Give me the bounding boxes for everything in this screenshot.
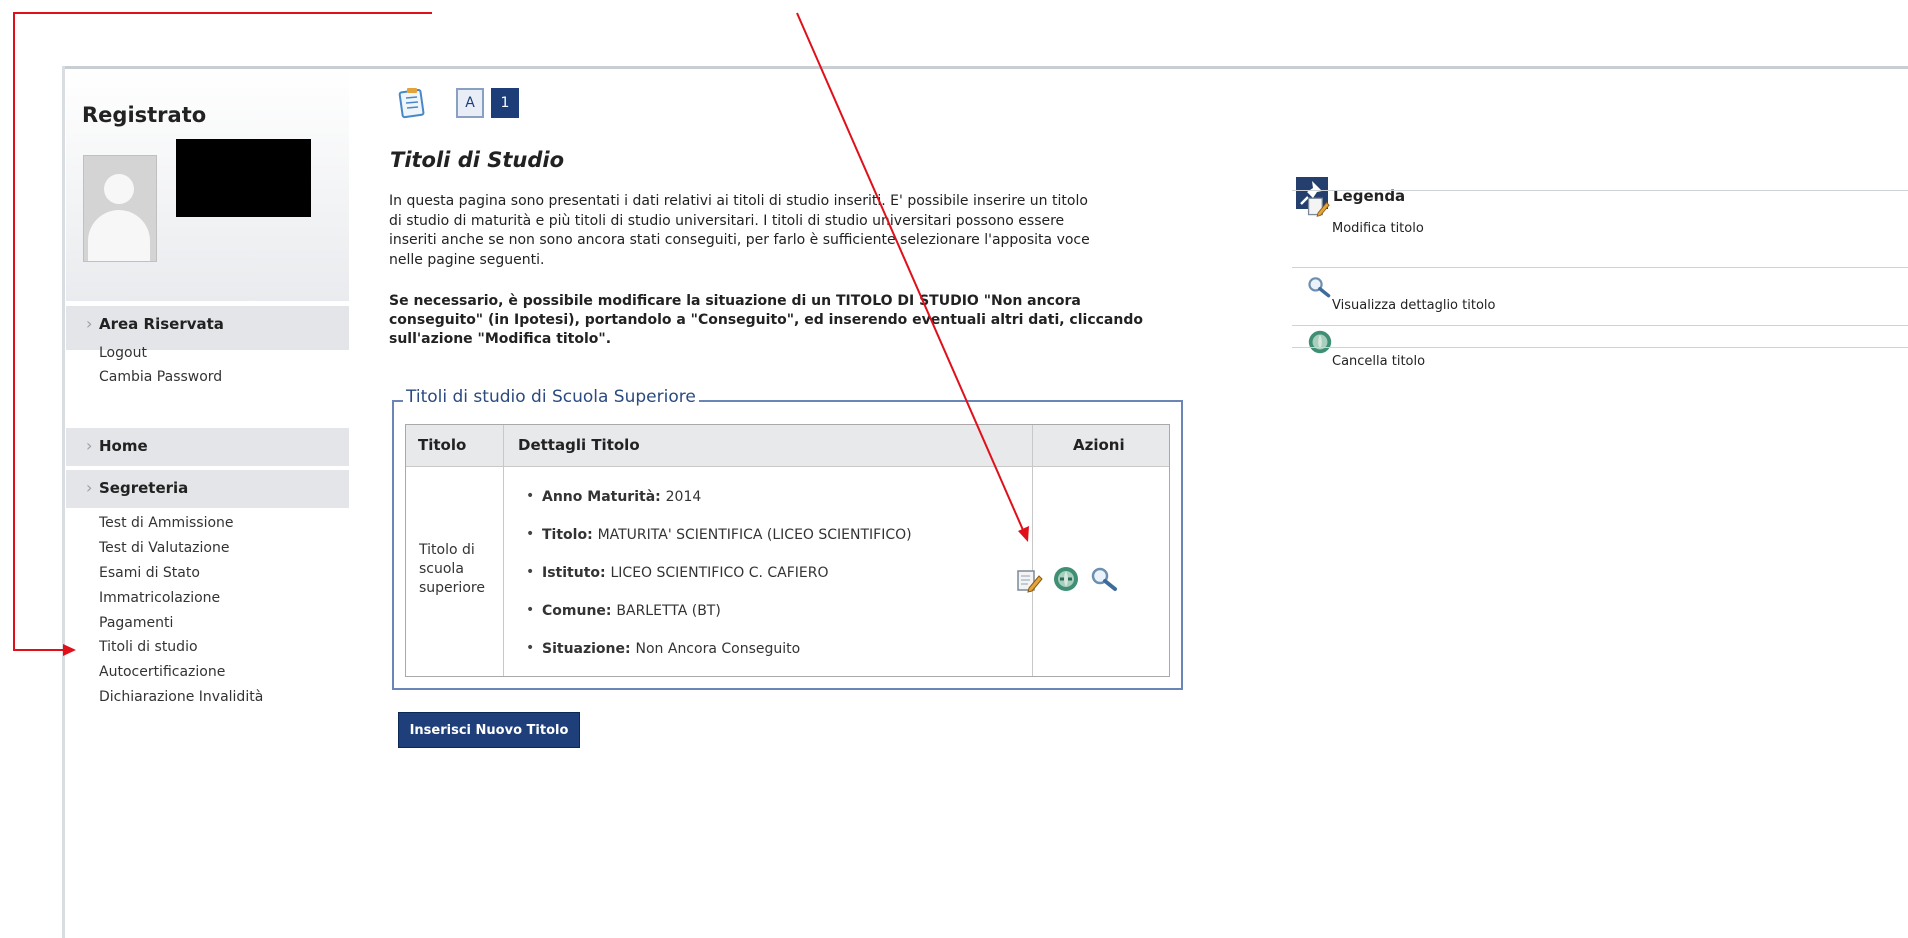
note-line: sull'azione "Modifica titolo".: [389, 331, 612, 347]
intro-text: In questa pagina sono presentati i dati …: [389, 192, 1189, 270]
magnifier-icon[interactable]: [1089, 565, 1119, 593]
logout-link[interactable]: Logout: [99, 345, 147, 361]
column-divider: [1032, 425, 1033, 676]
user-status-title: Registrato: [82, 103, 207, 127]
intro-line: di studio di maturità e più titoli di st…: [389, 212, 1065, 229]
nav-home-label: Home: [99, 437, 148, 455]
step-a-button[interactable]: A: [456, 88, 484, 118]
section-label: Area Riservata: [99, 315, 224, 333]
legend-item-label: Cancella titolo: [1332, 354, 1426, 369]
nav-home[interactable]: › Home: [66, 428, 349, 466]
nav-dichiarazione-invalidita[interactable]: Dichiarazione Invalidità: [99, 689, 263, 705]
chevron-right-icon: ›: [86, 436, 93, 455]
checklist-icon: [398, 88, 425, 119]
header-azioni: Azioni: [1073, 436, 1125, 454]
header-titolo: Titolo: [418, 436, 467, 454]
cell-titolo: Titolo di scuola superiore: [419, 542, 485, 596]
note-text: Se necessario, è possibile modificare la…: [389, 292, 1209, 349]
note-line: conseguito" (in Ipotesi), portandolo a "…: [389, 312, 1143, 328]
section-area-riservata[interactable]: › Area Riservata: [66, 306, 349, 350]
page-title: Titoli di Studio: [390, 148, 565, 172]
edit-icon[interactable]: [1015, 566, 1043, 594]
avatar: [83, 155, 157, 262]
legend-item-edit: Modifica titolo: [1292, 190, 1908, 249]
titles-table: Titolo Dettagli Titolo Azioni Titolo di …: [405, 424, 1170, 677]
intro-line: In questa pagina sono presentati i dati …: [389, 193, 1088, 209]
sidebar: Registrato › Area Riservata Logout Cambi…: [66, 69, 349, 938]
nav-immatricolazione[interactable]: Immatricolazione: [99, 590, 220, 606]
change-password-link[interactable]: Cambia Password: [99, 369, 222, 385]
magnifier-icon: [1308, 277, 1331, 298]
delete-icon: [1308, 330, 1332, 354]
legend-item-label: Visualizza dettaglio titolo: [1332, 298, 1496, 313]
insert-new-title-button[interactable]: Inserisci Nuovo Titolo: [398, 712, 580, 748]
delete-icon[interactable]: [1051, 565, 1081, 593]
legend-item-delete: Cancella titolo: [1292, 325, 1908, 369]
header-dettagli: Dettagli Titolo: [518, 436, 640, 454]
intro-line: nelle pagine seguenti.: [389, 251, 545, 268]
nav-autocertificazione[interactable]: Autocertificazione: [99, 664, 225, 680]
nav-test-ammissione[interactable]: Test di Ammissione: [99, 515, 234, 531]
nav-segreteria[interactable]: › Segreteria: [66, 470, 349, 508]
nav-pagamenti[interactable]: Pagamenti: [99, 615, 173, 631]
chevron-right-icon: ›: [86, 478, 93, 497]
redacted-user-name: [176, 139, 311, 217]
section-legend: Titoli di studio di Scuola Superiore: [403, 387, 699, 407]
legend-item-view: Visualizza dettaglio titolo: [1292, 267, 1908, 326]
left-border: [62, 66, 65, 938]
nav-test-valutazione[interactable]: Test di Valutazione: [99, 540, 229, 556]
nav-titoli-di-studio[interactable]: Titoli di studio: [99, 639, 198, 655]
nav-segreteria-label: Segreteria: [99, 479, 189, 497]
legend-item-label: Modifica titolo: [1332, 221, 1424, 236]
legend-divider: [1292, 347, 1908, 348]
table-header: Titolo Dettagli Titolo Azioni: [406, 425, 1169, 467]
column-divider: [503, 425, 504, 676]
chevron-right-icon: ›: [86, 314, 93, 333]
note-line: Se necessario, è possibile modificare la…: [389, 293, 1081, 309]
step-1-button[interactable]: 1: [491, 88, 519, 118]
nav-esami-di-stato[interactable]: Esami di Stato: [99, 565, 200, 581]
user-panel: Registrato: [66, 69, 349, 301]
edit-icon: [1307, 197, 1330, 217]
intro-line: inseriti anche se non sono ancora stati …: [389, 232, 1090, 248]
